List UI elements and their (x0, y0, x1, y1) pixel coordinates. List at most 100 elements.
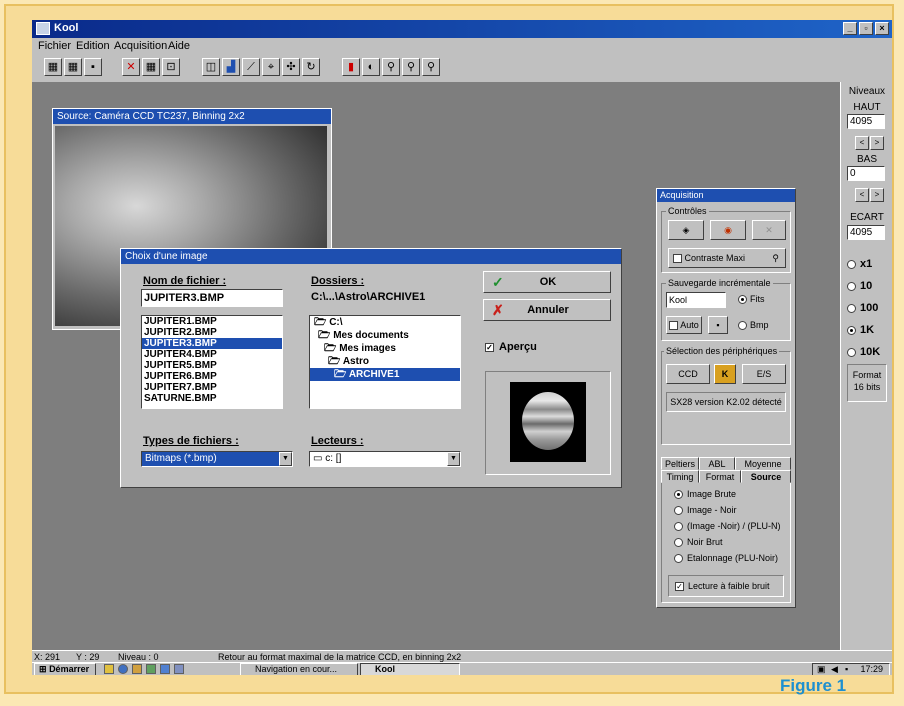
continuous-icon[interactable]: ◉ (710, 220, 746, 240)
incremental-name-input[interactable]: Kool (666, 292, 726, 308)
preview-checkbox[interactable]: ✓ Aperçu (485, 341, 537, 353)
menu-acquisition[interactable]: Acquisition (114, 40, 167, 52)
file-item[interactable]: JUPITER6.BMP (142, 371, 282, 382)
quicklaunch-app-icon[interactable] (146, 664, 156, 674)
title-bar[interactable]: Kool _ ▫ × (32, 20, 892, 38)
source-option-image-noir[interactable]: Image - Noir (674, 505, 737, 515)
tray-volume-icon[interactable]: ◀ (831, 664, 838, 675)
ecart-input[interactable]: 4095 (847, 225, 885, 240)
menu-fichier[interactable]: Fichier (38, 40, 71, 52)
menu-edition[interactable]: Edition (76, 40, 110, 52)
folder-tree[interactable]: 🗁 C:\ 🗁 Mes documents 🗁 Mes images 🗁 Ast… (309, 315, 461, 409)
tray-app-icon[interactable]: ▪ (845, 664, 848, 675)
source-option-noir-brut[interactable]: Noir Brut (674, 537, 723, 547)
haut-left-arrow[interactable]: < (855, 136, 869, 150)
zoom-option-x1[interactable]: x1 (847, 258, 872, 270)
bmp-option[interactable]: Bmp (738, 320, 769, 330)
capture-icon[interactable]: ◈ (668, 220, 704, 240)
file-item[interactable]: JUPITER7.BMP (142, 382, 282, 393)
auto-toggle[interactable]: Auto (666, 316, 702, 334)
minimize-button[interactable]: _ (843, 22, 857, 35)
tab-abl[interactable]: ABL (699, 457, 735, 470)
tab-peltiers[interactable]: Peltiers (661, 457, 699, 470)
source-option-etalonnage[interactable]: Etalonnage (PLU-Noir) (674, 553, 778, 563)
contrast-icon[interactable]: ◐ (362, 58, 380, 76)
radio-icon (674, 521, 683, 531)
tab-source[interactable]: Source (741, 470, 791, 483)
file-item-selected[interactable]: JUPITER3.BMP (142, 338, 282, 349)
save-icon[interactable]: ▪ (84, 58, 102, 76)
haut-input[interactable]: 4095 (847, 114, 885, 129)
profile-icon[interactable]: ⟋ (242, 58, 260, 76)
file-item[interactable]: JUPITER1.BMP (142, 316, 282, 327)
open-icon[interactable]: ▦ (64, 58, 82, 76)
close-button[interactable]: × (875, 22, 889, 35)
drive-select[interactable]: ▭ c: [] ▼ (309, 451, 461, 467)
file-item[interactable]: JUPITER4.BMP (142, 349, 282, 360)
zoom-out-icon[interactable]: ⚲ (422, 58, 440, 76)
stop-icon[interactable]: ✕ (752, 220, 786, 240)
start-button[interactable]: ⊞ Démarrer (34, 663, 96, 675)
jupiter-preview-image (522, 392, 574, 450)
tab-format[interactable]: Format (699, 470, 741, 483)
tray-network-icon[interactable]: ▣ (817, 664, 826, 675)
zoom-icon[interactable]: ⚲ (382, 58, 400, 76)
file-item[interactable]: JUPITER2.BMP (142, 327, 282, 338)
quicklaunch-mail-icon[interactable] (160, 664, 170, 674)
taskbar-item-navigation[interactable]: Navigation en cour... (240, 663, 358, 675)
folder-item-images[interactable]: 🗁 Mes images (310, 342, 460, 355)
zoom-option-1k[interactable]: 1K (847, 324, 874, 336)
cut-icon[interactable]: ✕ (122, 58, 140, 76)
tab-timing[interactable]: Timing (661, 470, 699, 483)
file-item[interactable]: SATURNE.BMP (142, 393, 282, 404)
ccd-button[interactable]: CCD (666, 364, 710, 384)
quicklaunch-folder-icon[interactable] (132, 664, 142, 674)
quicklaunch-browser-icon[interactable] (118, 664, 128, 674)
quicklaunch-desktop-icon[interactable] (104, 664, 114, 674)
zoom-in-icon[interactable]: ⚲ (402, 58, 420, 76)
ok-button[interactable]: OK ✓ (483, 271, 611, 293)
contrast-max-toggle[interactable]: Contraste Maxi ⚲ (668, 248, 786, 268)
filename-input[interactable]: JUPITER3.BMP (141, 289, 283, 307)
es-button[interactable]: E/S (742, 364, 786, 384)
save-icon[interactable]: ▪ (708, 316, 728, 334)
source-option-image-noir-plu[interactable]: (Image -Noir) / (PLU-N) (674, 521, 781, 531)
folder-item-documents[interactable]: 🗁 Mes documents (310, 329, 460, 342)
copy-icon[interactable]: ▦ (142, 58, 160, 76)
rotate-icon[interactable]: ↻ (302, 58, 320, 76)
haut-right-arrow[interactable]: > (870, 136, 884, 150)
tab-moyenne[interactable]: Moyenne (735, 457, 791, 470)
folder-item-astro[interactable]: 🗁 Astro (310, 355, 460, 368)
detected-status: SX28 version K2.02 détecté (666, 392, 786, 412)
zoom-option-10k[interactable]: 10K (847, 346, 880, 358)
chevron-down-icon[interactable]: ▼ (447, 452, 460, 466)
levels-title: Niveaux (848, 86, 886, 97)
kool-icon[interactable]: K (714, 364, 736, 384)
maximize-button[interactable]: ▫ (859, 22, 873, 35)
taskbar-item-kool[interactable]: Kool (360, 663, 460, 675)
menu-aide[interactable]: Aide (168, 40, 190, 52)
cancel-button[interactable]: Annuler ✗ (483, 299, 611, 321)
fits-option[interactable]: Fits (738, 294, 765, 304)
color-icon[interactable]: ▮ (342, 58, 360, 76)
source-option-image-brute[interactable]: Image Brute (674, 489, 736, 499)
zoom-option-10[interactable]: 10 (847, 280, 872, 292)
bas-right-arrow[interactable]: > (870, 188, 884, 202)
file-list[interactable]: JUPITER1.BMP JUPITER2.BMP JUPITER3.BMP J… (141, 315, 283, 409)
folder-item-archive1[interactable]: 🗁 ARCHIVE1 (310, 368, 460, 381)
histogram-icon[interactable]: ▟ (222, 58, 240, 76)
file-item[interactable]: JUPITER5.BMP (142, 360, 282, 371)
bas-left-arrow[interactable]: < (855, 188, 869, 202)
zoom-option-100[interactable]: 100 (847, 302, 878, 314)
filetype-select[interactable]: Bitmaps (*.bmp) ▼ (141, 451, 293, 467)
crop-icon[interactable]: ⌖ (262, 58, 280, 76)
chevron-down-icon[interactable]: ▼ (279, 452, 292, 466)
paste-icon[interactable]: ⊡ (162, 58, 180, 76)
low-noise-checkbox[interactable]: ✓ Lecture à faible bruit (675, 581, 770, 591)
bas-input[interactable]: 0 (847, 166, 885, 181)
new-icon[interactable]: ▦ (44, 58, 62, 76)
folder-item-root[interactable]: 🗁 C:\ (310, 316, 460, 329)
quicklaunch-media-icon[interactable] (174, 664, 184, 674)
move-icon[interactable]: ✣ (282, 58, 300, 76)
image-info-icon[interactable]: ◫ (202, 58, 220, 76)
